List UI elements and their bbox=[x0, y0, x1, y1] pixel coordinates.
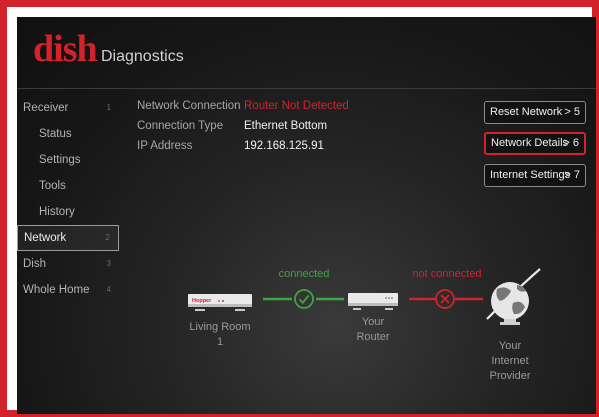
router-label-line1: Your bbox=[361, 316, 385, 328]
tv-frame: dish Diagnostics Receiver 1 Status Setti… bbox=[0, 0, 599, 417]
router-label: Your Router bbox=[348, 315, 398, 345]
x-icon bbox=[435, 289, 455, 309]
router-icon bbox=[348, 293, 398, 310]
globe-icon bbox=[486, 268, 541, 325]
router-label-line2: Router bbox=[356, 331, 390, 343]
provider-label-line2: Internet bbox=[491, 355, 529, 367]
internet-provider-label: Your Internet Provider bbox=[480, 339, 540, 384]
living-room-label-line2: 1 bbox=[216, 336, 224, 348]
not-connected-label: not connected bbox=[412, 268, 481, 280]
provider-label-line1: Your bbox=[498, 340, 522, 352]
diagnostics-screen: dish Diagnostics Receiver 1 Status Setti… bbox=[17, 17, 596, 414]
living-room-label-line1: Living Room bbox=[189, 321, 251, 333]
provider-label-line3: Provider bbox=[489, 370, 531, 382]
check-icon bbox=[294, 289, 314, 309]
receiver-brand: Hopper bbox=[192, 298, 212, 304]
connected-label: connected bbox=[279, 268, 330, 280]
living-room-label: Living Room 1 bbox=[185, 320, 255, 350]
